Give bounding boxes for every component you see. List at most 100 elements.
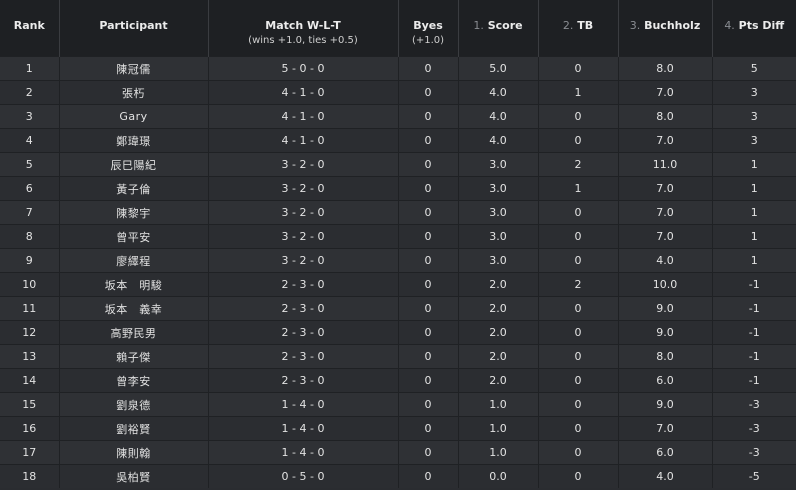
table-row[interactable]: 17 陳則翰 1 - 4 - 0 0 1.0 0 6.0 -3: [0, 440, 796, 465]
cell-pts-diff: -3: [711, 416, 796, 441]
cell-match-wlt: 0 - 5 - 0: [207, 464, 398, 488]
cell-score: 3.0: [457, 176, 538, 201]
cell-score: 1.0: [457, 416, 538, 441]
cell-pts-diff: -3: [711, 392, 796, 417]
cell-match-wlt: 1 - 4 - 0: [207, 392, 398, 417]
cell-match-wlt: 3 - 2 - 0: [207, 176, 398, 201]
standings-header: Rank Participant Match W-L-T (wins +1.0,…: [0, 0, 796, 57]
cell-participant: 陳冠儒: [58, 56, 208, 81]
cell-match-wlt: 3 - 2 - 0: [207, 152, 398, 177]
cell-participant: 坂本 明駿: [58, 272, 208, 297]
cell-participant: 坂本 義幸: [58, 296, 208, 321]
cell-match-wlt: 3 - 2 - 0: [207, 224, 398, 249]
cell-pts-diff: 5: [711, 56, 796, 81]
header-buchholz[interactable]: 3. Buchholz: [617, 0, 712, 57]
cell-participant: 黃子倫: [58, 176, 208, 201]
cell-pts-diff: -1: [711, 272, 796, 297]
cell-byes: 0: [397, 224, 458, 249]
cell-byes: 0: [397, 296, 458, 321]
cell-byes: 0: [397, 152, 458, 177]
cell-tb: 0: [537, 344, 618, 369]
cell-byes: 0: [397, 200, 458, 225]
cell-buchholz: 6.0: [617, 368, 712, 393]
cell-tb: 0: [537, 56, 618, 81]
cell-participant: 辰巳陽紀: [58, 152, 208, 177]
header-tb[interactable]: 2. TB: [537, 0, 618, 57]
table-row[interactable]: 6 黃子倫 3 - 2 - 0 0 3.0 1 7.0 1: [0, 176, 796, 201]
cell-buchholz: 7.0: [617, 224, 712, 249]
standings-table: Rank Participant Match W-L-T (wins +1.0,…: [0, 0, 796, 488]
header-match-wlt[interactable]: Match W-L-T (wins +1.0, ties +0.5): [207, 0, 398, 57]
cell-participant: 張朽: [58, 80, 208, 105]
cell-participant: 陳黎宇: [58, 200, 208, 225]
cell-rank: 14: [0, 368, 59, 393]
header-rank[interactable]: Rank: [0, 0, 59, 57]
table-row[interactable]: 15 劉泉德 1 - 4 - 0 0 1.0 0 9.0 -3: [0, 392, 796, 417]
cell-score: 3.0: [457, 152, 538, 177]
cell-rank: 5: [0, 152, 59, 177]
table-row[interactable]: 16 劉裕賢 1 - 4 - 0 0 1.0 0 7.0 -3: [0, 416, 796, 441]
cell-match-wlt: 2 - 3 - 0: [207, 344, 398, 369]
cell-byes: 0: [397, 104, 458, 129]
cell-byes: 0: [397, 320, 458, 345]
table-row[interactable]: 4 鄭瑋璟 4 - 1 - 0 0 4.0 0 7.0 3: [0, 128, 796, 153]
cell-participant: Gary: [58, 104, 208, 129]
cell-byes: 0: [397, 440, 458, 465]
cell-tb: 2: [537, 152, 618, 177]
header-participant[interactable]: Participant: [58, 0, 208, 57]
cell-participant: 曾李安: [58, 368, 208, 393]
cell-score: 4.0: [457, 80, 538, 105]
table-row[interactable]: 1 陳冠儒 5 - 0 - 0 0 5.0 0 8.0 5: [0, 56, 796, 81]
cell-buchholz: 6.0: [617, 440, 712, 465]
table-row[interactable]: 9 廖繹程 3 - 2 - 0 0 3.0 0 4.0 1: [0, 248, 796, 273]
cell-pts-diff: 1: [711, 248, 796, 273]
table-row[interactable]: 13 賴子傑 2 - 3 - 0 0 2.0 0 8.0 -1: [0, 344, 796, 369]
cell-score: 2.0: [457, 368, 538, 393]
cell-byes: 0: [397, 56, 458, 81]
table-row[interactable]: 10 坂本 明駿 2 - 3 - 0 0 2.0 2 10.0 -1: [0, 272, 796, 297]
cell-buchholz: 7.0: [617, 128, 712, 153]
table-row[interactable]: 12 高野民男 2 - 3 - 0 0 2.0 0 9.0 -1: [0, 320, 796, 345]
cell-match-wlt: 2 - 3 - 0: [207, 320, 398, 345]
cell-score: 1.0: [457, 440, 538, 465]
table-row[interactable]: 18 吳柏賢 0 - 5 - 0 0 0.0 0 4.0 -5: [0, 464, 796, 488]
cell-tb: 0: [537, 296, 618, 321]
cell-buchholz: 11.0: [617, 152, 712, 177]
header-byes[interactable]: Byes (+1.0): [397, 0, 458, 57]
cell-rank: 12: [0, 320, 59, 345]
cell-match-wlt: 3 - 2 - 0: [207, 200, 398, 225]
cell-buchholz: 9.0: [617, 296, 712, 321]
cell-rank: 7: [0, 200, 59, 225]
table-row[interactable]: 8 曾平安 3 - 2 - 0 0 3.0 0 7.0 1: [0, 224, 796, 249]
table-row[interactable]: 3 Gary 4 - 1 - 0 0 4.0 0 8.0 3: [0, 104, 796, 129]
cell-tb: 0: [537, 128, 618, 153]
cell-buchholz: 9.0: [617, 320, 712, 345]
table-row[interactable]: 2 張朽 4 - 1 - 0 0 4.0 1 7.0 3: [0, 80, 796, 105]
table-row[interactable]: 7 陳黎宇 3 - 2 - 0 0 3.0 0 7.0 1: [0, 200, 796, 225]
cell-rank: 10: [0, 272, 59, 297]
cell-match-wlt: 3 - 2 - 0: [207, 248, 398, 273]
table-row[interactable]: 14 曾李安 2 - 3 - 0 0 2.0 0 6.0 -1: [0, 368, 796, 393]
cell-tb: 0: [537, 104, 618, 129]
cell-pts-diff: 3: [711, 104, 796, 129]
cell-byes: 0: [397, 392, 458, 417]
header-score[interactable]: 1. Score: [457, 0, 538, 57]
table-row[interactable]: 11 坂本 義幸 2 - 3 - 0 0 2.0 0 9.0 -1: [0, 296, 796, 321]
cell-rank: 6: [0, 176, 59, 201]
table-row[interactable]: 5 辰巳陽紀 3 - 2 - 0 0 3.0 2 11.0 1: [0, 152, 796, 177]
cell-score: 3.0: [457, 224, 538, 249]
cell-match-wlt: 2 - 3 - 0: [207, 296, 398, 321]
cell-rank: 17: [0, 440, 59, 465]
cell-tb: 0: [537, 416, 618, 441]
cell-rank: 15: [0, 392, 59, 417]
cell-score: 2.0: [457, 296, 538, 321]
cell-pts-diff: -1: [711, 296, 796, 321]
cell-buchholz: 9.0: [617, 392, 712, 417]
cell-byes: 0: [397, 464, 458, 488]
header-byes-note: (+1.0): [411, 35, 445, 46]
cell-score: 1.0: [457, 392, 538, 417]
header-pts-diff[interactable]: 4. Pts Diff: [711, 0, 796, 57]
cell-buchholz: 7.0: [617, 80, 712, 105]
cell-buchholz: 10.0: [617, 272, 712, 297]
cell-tb: 0: [537, 440, 618, 465]
